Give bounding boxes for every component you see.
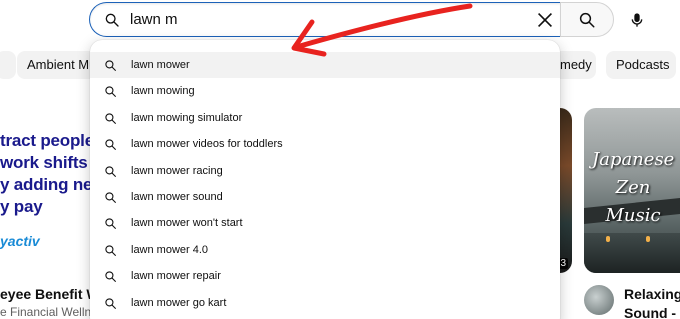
- thumbnail-title: Japanese Zen Music: [592, 146, 674, 230]
- video-title-line: Relaxing J: [624, 286, 680, 302]
- suggestion-item[interactable]: lawn mower repair: [90, 263, 560, 289]
- search-input[interactable]: lawn m: [130, 11, 178, 28]
- ad-line: y adding nex: [0, 175, 102, 194]
- search-icon: [105, 297, 116, 309]
- video-thumbnail[interactable]: Japanese Zen Music: [584, 108, 680, 273]
- thumbnail-art: [584, 233, 680, 273]
- thumbnail-art: [606, 236, 610, 242]
- search-input-container[interactable]: lawn m: [89, 2, 561, 37]
- suggestion-label: lawn mower racing: [131, 164, 223, 177]
- suggestion-label: lawn mower won't start: [131, 217, 243, 230]
- video-channel[interactable]: e Financial Welln: [0, 305, 91, 319]
- suggestion-label: lawn mowing: [131, 85, 195, 98]
- search-icon: [105, 86, 116, 98]
- thumbnail-title-line: Japanese: [592, 149, 675, 170]
- search-icon: [105, 139, 116, 151]
- chip-ambient-music[interactable]: Ambient Mu: [17, 51, 101, 79]
- ad-line: tract people: [0, 131, 94, 150]
- suggestion-item[interactable]: lawn mowing simulator: [90, 105, 560, 131]
- close-icon[interactable]: [534, 9, 556, 31]
- search-icon: [105, 165, 116, 177]
- suggestion-label: lawn mower repair: [131, 270, 221, 283]
- suggestion-item[interactable]: lawn mower 4.0: [90, 237, 560, 263]
- thumbnail-title-line: Music: [605, 205, 661, 226]
- suggestion-label: lawn mower go kart: [131, 296, 227, 309]
- suggestion-item[interactable]: lawn mower: [90, 52, 560, 79]
- ad-headline[interactable]: tract people work shifts y adding nex y …: [0, 130, 102, 218]
- suggestion-item[interactable]: lawn mower won't start: [90, 210, 560, 236]
- suggestion-label: lawn mower 4.0: [131, 243, 209, 256]
- voice-search-button[interactable]: [619, 2, 655, 38]
- suggestion-item[interactable]: lawn mower racing: [90, 158, 560, 184]
- search-icon: [105, 271, 116, 283]
- ad-logo: yactiv: [0, 233, 40, 249]
- suggestion-label: lawn mower sound: [131, 190, 223, 203]
- search-icon: [105, 245, 116, 256]
- search-icon: [105, 192, 116, 203]
- search-suggestions-dropdown: lawn mower lawn mowing lawn mowing simul…: [90, 40, 560, 319]
- search-icon: [105, 218, 116, 230]
- search-button[interactable]: [560, 2, 614, 37]
- ad-line: work shifts: [0, 153, 88, 172]
- search-icon: [105, 60, 116, 71]
- video-title-line: Sound - J: [624, 305, 680, 319]
- suggestion-label: lawn mower: [131, 59, 190, 71]
- suggestion-item[interactable]: lawn mower sound: [90, 184, 560, 210]
- thumbnail-title-line: Zen: [615, 177, 651, 198]
- search-icon: [579, 12, 595, 28]
- search-icon: [105, 113, 116, 124]
- chip-partial[interactable]: [0, 51, 16, 79]
- suggestion-label: lawn mower videos for toddlers: [131, 138, 283, 151]
- suggestion-item[interactable]: lawn mower go kart: [90, 290, 560, 316]
- microphone-icon: [631, 13, 643, 27]
- chip-podcasts[interactable]: Podcasts: [606, 51, 676, 79]
- channel-avatar[interactable]: [584, 285, 614, 315]
- video-title[interactable]: Relaxing J Sound - J: [624, 285, 680, 319]
- thumbnail-art: [646, 236, 650, 242]
- suggestion-item[interactable]: lawn mower videos for toddlers: [90, 131, 560, 157]
- suggestion-item[interactable]: lawn mowing: [90, 78, 560, 104]
- ad-line: y pay: [0, 197, 43, 216]
- suggestion-label: lawn mowing simulator: [131, 111, 243, 124]
- search-icon: [105, 13, 119, 27]
